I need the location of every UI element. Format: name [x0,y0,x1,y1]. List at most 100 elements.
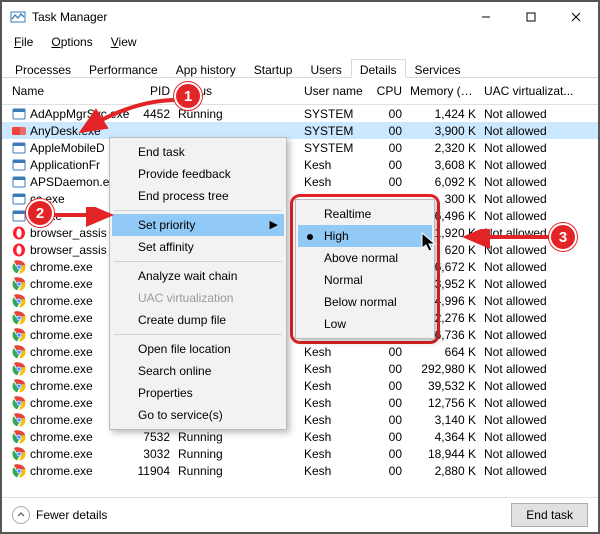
maximize-button[interactable] [508,2,553,32]
menu-separator [114,334,282,335]
col-mem[interactable]: Memory (a... [406,84,480,98]
menu-view[interactable]: View [103,34,145,50]
cell-user: Kesh [300,464,368,478]
ctx-end-process-tree[interactable]: End process tree [112,185,284,207]
tab-users[interactable]: Users [301,59,350,78]
cell-mem: 2,320 K [406,141,480,155]
callout-3: 3 [549,223,577,251]
cell-uac: Not allowed [480,362,598,376]
ctx-set-affinity[interactable]: Set affinity [112,236,284,258]
ctx-go-to-service-s-[interactable]: Go to service(s) [112,404,284,426]
cell-mem: 292,980 K [406,362,480,376]
ctx-create-dump-file[interactable]: Create dump file [112,309,284,331]
ctx-analyze-wait-chain[interactable]: Analyze wait chain [112,265,284,287]
red-arrow-1 [72,95,182,145]
tab-services[interactable]: Services [406,59,470,78]
cell-uac: Not allowed [480,379,598,393]
cell-uac: Not allowed [480,141,598,155]
context-menu: End taskProvide feedbackEnd process tree… [109,137,287,430]
table-row[interactable]: chrome.exeKesh00292,980 KNot allowed [2,360,598,377]
process-name: chrome.exe [30,294,93,308]
table-row[interactable]: chrome.exe3032RunningKesh0018,944 KNot a… [2,445,598,462]
cell-uac: Not allowed [480,175,598,189]
process-icon [12,243,26,257]
cell-uac: Not allowed [480,124,598,138]
menu-file[interactable]: File [6,34,41,50]
cell-mem: 3,140 K [406,413,480,427]
tab-startup[interactable]: Startup [245,59,302,78]
process-name: chrome.exe [30,277,93,291]
cell-cpu: 00 [368,141,406,155]
priority-realtime[interactable]: Realtime [298,203,432,225]
app-icon [10,9,26,25]
cell-cpu: 00 [368,447,406,461]
tab-details[interactable]: Details [351,59,406,78]
priority-below-normal[interactable]: Below normal [298,291,432,313]
cell-uac: Not allowed [480,328,598,342]
priority-low[interactable]: Low [298,313,432,335]
menu-options[interactable]: Options [43,34,100,50]
process-name: chrome.exe [30,260,93,274]
end-task-button[interactable]: End task [511,503,588,527]
table-row[interactable]: chrome.exe2652RunningKesh003,140 KNot al… [2,411,598,428]
cell-user: Kesh [300,158,368,172]
cell-uac: Not allowed [480,464,598,478]
process-icon [12,209,26,223]
priority-item-label: Realtime [324,207,371,221]
process-name: browser_assis [30,226,107,240]
close-button[interactable] [553,2,598,32]
table-row[interactable]: ApplicationFrKesh003,608 KNot allowed [2,156,598,173]
cell-user: SYSTEM [300,107,368,121]
cell-uac: Not allowed [480,277,598,291]
cell-cpu: 00 [368,362,406,376]
process-icon [12,124,26,138]
cell-user: Kesh [300,430,368,444]
cell-uac: Not allowed [480,345,598,359]
process-name: ApplicationFr [30,158,100,172]
cell-cpu: 00 [368,396,406,410]
process-icon [12,294,26,308]
minimize-button[interactable] [463,2,508,32]
col-uac[interactable]: UAC virtualizat... [480,84,598,98]
table-row[interactable]: chrome.exe2960RunningKesh0012,756 KNot a… [2,394,598,411]
cell-user: Kesh [300,413,368,427]
col-user[interactable]: User name [300,84,368,98]
table-row[interactable]: chrome.exe11904RunningKesh002,880 KNot a… [2,462,598,479]
cell-pid: 3032 [130,447,174,461]
fewer-details-label: Fewer details [36,508,107,522]
cell-user: Kesh [300,345,368,359]
ctx-open-file-location[interactable]: Open file location [112,338,284,360]
process-icon [12,430,26,444]
fewer-details-toggle[interactable]: Fewer details [12,506,107,524]
table-row[interactable]: APSDaemon.eKesh006,092 KNot allowed [2,173,598,190]
process-name: chrome.exe [30,430,93,444]
ctx-properties[interactable]: Properties [112,382,284,404]
cell-status: Running [174,430,300,444]
tab-app-history[interactable]: App history [167,59,245,78]
callout-1: 1 [174,82,202,110]
table-row[interactable]: chrome.exeKesh00664 KNot allowed [2,343,598,360]
tab-processes[interactable]: Processes [6,59,80,78]
submenu-arrow-icon: ▶ [270,218,278,231]
chevron-up-icon [12,506,30,524]
cell-mem: 18,944 K [406,447,480,461]
tab-strip: ProcessesPerformanceApp historyStartupUs… [2,52,598,78]
tab-performance[interactable]: Performance [80,59,167,78]
ctx-set-priority[interactable]: Set priority▶ [112,214,284,236]
table-row[interactable]: chrome.exe7532RunningKesh004,364 KNot al… [2,428,598,445]
cell-uac: Not allowed [480,192,598,206]
cell-user: Kesh [300,362,368,376]
ctx-search-online[interactable]: Search online [112,360,284,382]
col-cpu[interactable]: CPU [368,84,406,98]
table-row[interactable]: chrome.exeKesh0039,532 KNot allowed [2,377,598,394]
priority-normal[interactable]: Normal [298,269,432,291]
cell-user: Kesh [300,447,368,461]
priority-above-normal[interactable]: Above normal [298,247,432,269]
process-icon [12,141,26,155]
menu-separator [114,261,282,262]
process-icon [12,175,26,189]
priority-high[interactable]: High [298,225,432,247]
ctx-provide-feedback[interactable]: Provide feedback [112,163,284,185]
process-icon [12,311,26,325]
cell-uac: Not allowed [480,294,598,308]
